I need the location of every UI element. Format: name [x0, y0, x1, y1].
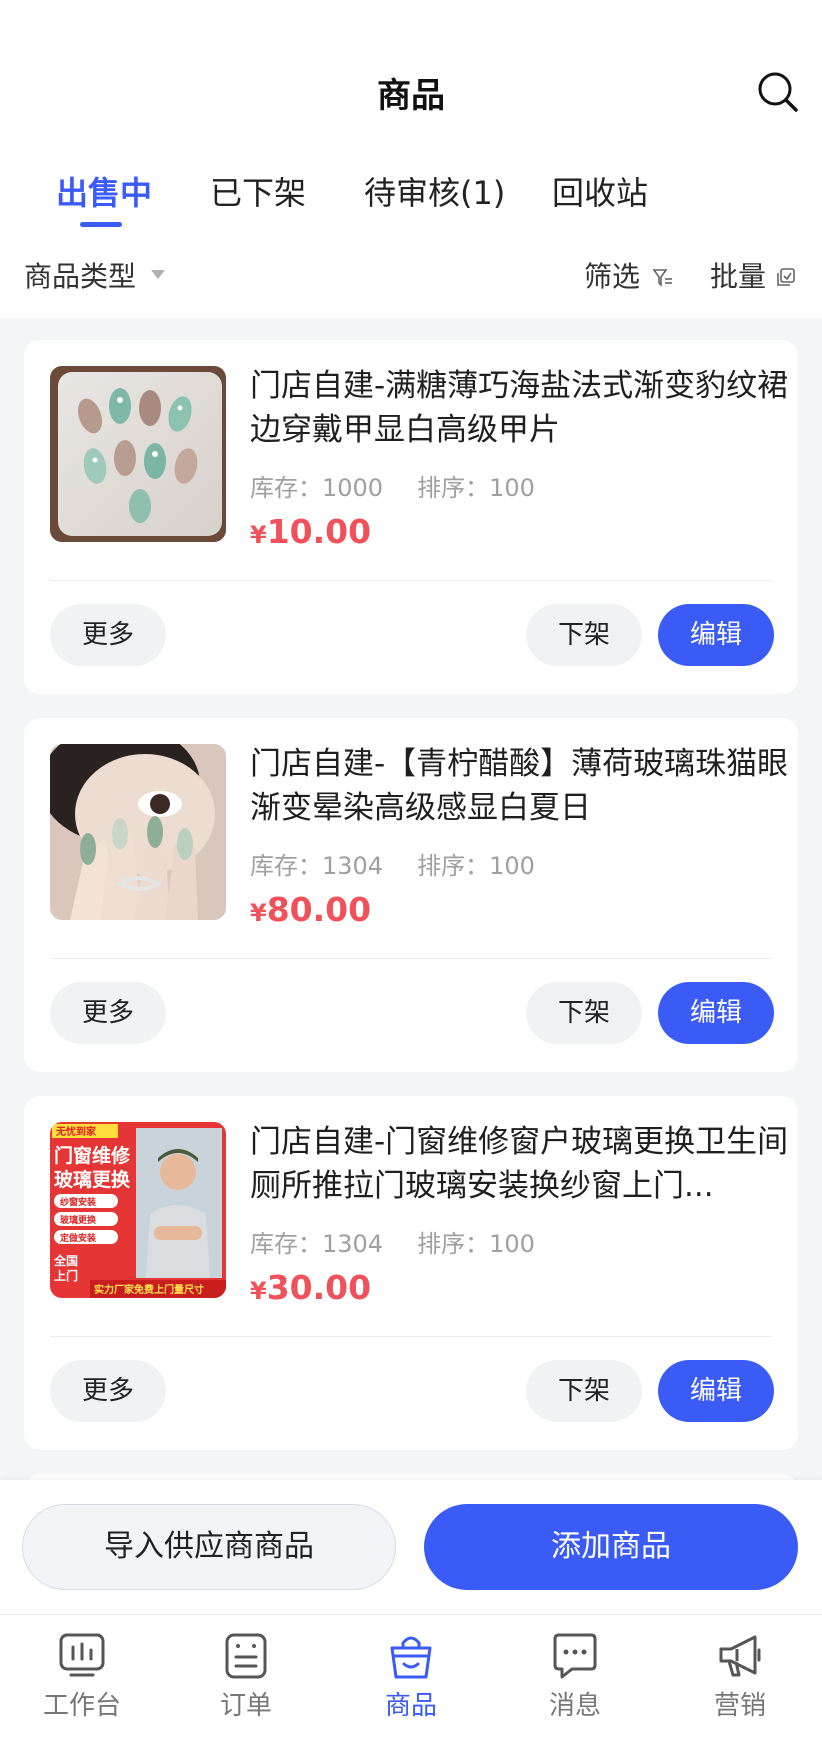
top-header: 商品 出售中 已下架 待审核(1) 回收站 商品类型 筛选 批量: [0, 0, 822, 318]
ad-check-3: 定做安装: [59, 1232, 97, 1244]
product-card[interactable]: 无忧到家 门窗维修 玻璃更换 纱窗安装 玻璃更换 定做安装 全国 上门 实力厂家…: [24, 1096, 798, 1450]
currency-symbol: ¥: [250, 899, 267, 927]
import-supplier-products-button[interactable]: 导入供应商商品: [22, 1504, 396, 1590]
edit-button[interactable]: 编辑: [658, 604, 774, 666]
price-value: 10.00: [266, 512, 372, 551]
sort-order: 排序：100: [417, 474, 535, 502]
nav-label: 订单: [219, 1691, 272, 1721]
edit-button[interactable]: 编辑: [658, 982, 774, 1044]
bottom-action-bar: 导入供应商商品 添加商品: [0, 1480, 822, 1614]
product-image-manicure-hand[interactable]: [50, 744, 226, 920]
product-name[interactable]: 门店自建-门窗维修窗户玻璃更换卫生间厕所推拉门玻璃安装换纱窗上门...: [250, 1120, 790, 1208]
currency-symbol: ¥: [250, 521, 267, 549]
product-meta: 库存：1000 排序：100: [250, 468, 535, 503]
stock-count: 库存：1304: [250, 852, 384, 880]
product-meta: 库存：1304 排序：100: [250, 846, 535, 881]
sort-order: 排序：100: [417, 852, 535, 880]
nav-item-orders[interactable]: 订单: [164, 1625, 328, 1725]
batch-button[interactable]: 批量: [710, 255, 766, 295]
nav-label: 营销: [713, 1691, 766, 1721]
status-tabs: 出售中 已下架 待审核(1) 回收站: [0, 168, 822, 228]
filter-icon: [652, 269, 672, 287]
price-value: 30.00: [266, 1268, 372, 1307]
more-button[interactable]: 更多: [50, 1360, 166, 1422]
order-icon: [225, 1633, 267, 1679]
product-price: ¥80.00: [250, 890, 371, 929]
product-name[interactable]: 门店自建-【青柠醋酸】薄荷玻璃珠猫眼渐变晕染高级感显白夏日: [250, 742, 790, 830]
product-name[interactable]: 门店自建-满糖薄巧海盐法式渐变豹纹裙边穿戴甲显白高级甲片: [250, 364, 790, 452]
ad-top-badge: 无忧到家: [55, 1125, 97, 1138]
product-price: ¥30.00: [250, 1268, 371, 1307]
divider: [50, 580, 772, 581]
tab-off-shelf[interactable]: 已下架: [210, 168, 306, 214]
nav-item-products[interactable]: 商品: [329, 1625, 493, 1725]
nav-label: 工作台: [42, 1691, 121, 1721]
message-icon: [553, 1633, 597, 1679]
category-dropdown[interactable]: 商品类型: [24, 255, 136, 295]
product-card[interactable]: 门店自建-满糖薄巧海盐法式渐变豹纹裙边穿戴甲显白高级甲片 库存：1000 排序：1…: [24, 340, 798, 694]
product-meta: 库存：1304 排序：100: [250, 1224, 535, 1259]
price-value: 80.00: [266, 890, 372, 929]
tab-pending-review[interactable]: 待审核(1): [364, 168, 505, 214]
ad-side-1: 全国: [53, 1253, 78, 1268]
stock-count: 库存：1000: [250, 474, 384, 502]
nav-item-messages[interactable]: 消息: [493, 1625, 657, 1725]
divider: [50, 1336, 772, 1337]
sort-order: 排序：100: [417, 1230, 535, 1258]
product-card[interactable]: 门店自建-【青柠醋酸】薄荷玻璃珠猫眼渐变晕染高级感显白夏日 库存：1304 排序：…: [24, 718, 798, 1072]
edit-button[interactable]: 编辑: [658, 1360, 774, 1422]
more-button[interactable]: 更多: [50, 604, 166, 666]
tab-recycle-bin[interactable]: 回收站: [552, 168, 648, 214]
ad-check-2: 玻璃更换: [60, 1214, 97, 1226]
active-tab-indicator: [80, 222, 122, 227]
shopping-bag-icon: [390, 1636, 432, 1679]
off-shelf-button[interactable]: 下架: [526, 1360, 642, 1422]
tab-on-sale[interactable]: 出售中: [56, 168, 152, 214]
product-image-nails[interactable]: [50, 366, 226, 542]
ad-check-1: 纱窗安装: [60, 1196, 97, 1208]
megaphone-icon: [719, 1635, 761, 1677]
divider: [50, 958, 772, 959]
filter-bar: 商品类型 筛选 批量: [0, 255, 822, 303]
ad-bottom-banner: 实力厂家免费上门量尺寸: [94, 1283, 204, 1296]
dashboard-icon: [59, 1633, 105, 1677]
currency-symbol: ¥: [250, 1277, 267, 1305]
nav-item-dashboard[interactable]: 工作台: [0, 1625, 164, 1725]
add-product-button[interactable]: 添加商品: [424, 1504, 798, 1590]
ad-headline-2: 玻璃更换: [54, 1168, 131, 1191]
nav-label: 消息: [548, 1691, 601, 1721]
search-icon[interactable]: [756, 70, 800, 114]
product-image-window-repair-ad[interactable]: 无忧到家 门窗维修 玻璃更换 纱窗安装 玻璃更换 定做安装 全国 上门 实力厂家…: [50, 1122, 226, 1298]
ad-headline-1: 门窗维修: [54, 1144, 131, 1167]
product-price: ¥10.00: [250, 512, 371, 551]
bottom-nav: 工作台 订单 商品 消息 营销: [0, 1614, 822, 1761]
stock-count: 库存：1304: [250, 1230, 384, 1258]
more-button[interactable]: 更多: [50, 982, 166, 1044]
nav-item-marketing[interactable]: 营销: [658, 1625, 822, 1725]
batch-select-icon: [777, 268, 795, 286]
ad-side-2: 上门: [54, 1268, 78, 1283]
off-shelf-button[interactable]: 下架: [526, 604, 642, 666]
caret-down-icon: [151, 270, 165, 279]
off-shelf-button[interactable]: 下架: [526, 982, 642, 1044]
page-title: 商品: [377, 76, 445, 116]
nav-label: 商品: [384, 1691, 437, 1721]
filter-button[interactable]: 筛选: [584, 255, 640, 295]
